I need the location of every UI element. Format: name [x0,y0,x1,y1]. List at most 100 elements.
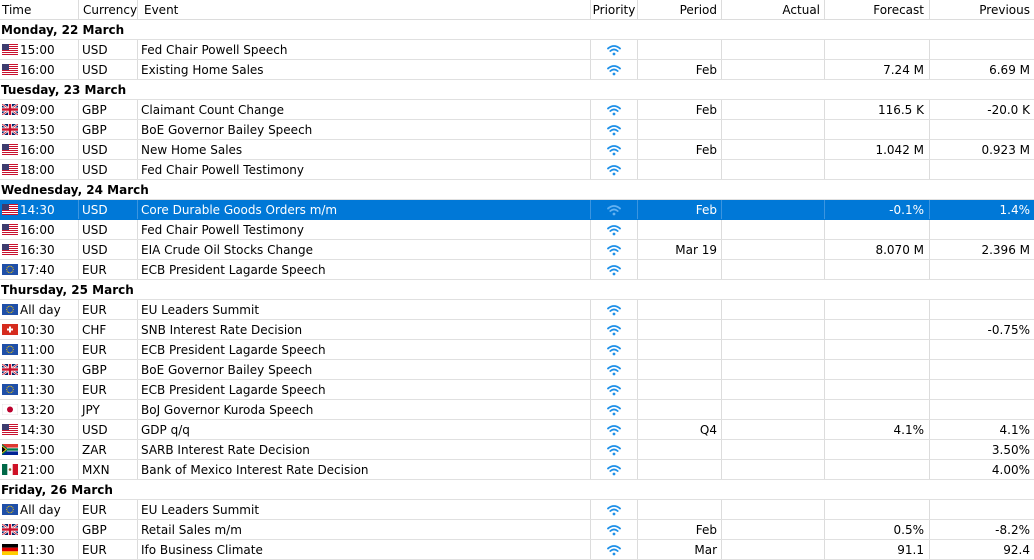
table-row[interactable]: All day EUR EU Leaders Summit [0,300,1034,320]
table-row[interactable]: 16:30 USD EIA Crude Oil Stocks Change Mar … [0,240,1034,260]
column-header-priority[interactable]: Priority [591,0,638,19]
previous-cell: -20.0 K [987,103,1030,117]
actual-cell [722,520,825,539]
time-cell: 13:20 [0,400,79,419]
table-row[interactable]: 15:00 ZAR SARB Interest Rate Decision 3.50… [0,440,1034,460]
time-cell: 14:30 [0,420,79,439]
actual-cell [722,440,825,459]
priority-signal-icon [607,463,621,477]
currency-cell: ZAR [79,440,138,459]
period-cell [638,400,722,419]
table-row[interactable]: 16:00 USD New Home Sales Feb 1.042 M 0.923 M [0,140,1034,160]
actual-cell [722,160,825,179]
actual-cell [722,500,825,519]
event-name-cell: Bank of Mexico Interest Rate Decision [138,460,591,479]
eu-flag-icon [2,304,18,315]
actual-cell [722,400,825,419]
time-cell: 11:30 [0,380,79,399]
table-row[interactable]: 17:40 EUR ECB President Lagarde Speech [0,260,1034,280]
time-text: 15:00 [20,43,55,57]
priority-cell [591,300,638,319]
period-cell: Feb [638,100,722,119]
table-row[interactable]: 09:00 GBP Claimant Count Change Feb 116.5 K… [0,100,1034,120]
table-row[interactable]: 14:30 USD GDP q/q Q4 4.1% 4.1% [0,420,1034,440]
previous-cell: 92.4 [1003,543,1030,557]
actual-cell [722,140,825,159]
table-row[interactable]: 10:30 CHF SNB Interest Rate Decision -0.75… [0,320,1034,340]
currency-cell: EUR [79,340,138,359]
event-name-cell: ECB President Lagarde Speech [138,260,591,279]
priority-cell [591,240,638,259]
table-row[interactable]: 13:20 JPY BoJ Governor Kuroda Speech [0,400,1034,420]
actual-cell [722,360,825,379]
forecast-cell [825,160,930,179]
priority-signal-icon [607,443,621,457]
time-text: 13:20 [20,403,55,417]
event-name-cell: EIA Crude Oil Stocks Change [138,240,591,259]
period-cell: Feb [638,140,722,159]
table-row[interactable]: 18:00 USD Fed Chair Powell Testimony [0,160,1034,180]
table-row[interactable]: 14:30 USD Core Durable Goods Orders m/m Fe… [0,200,1034,220]
mx-flag-icon [2,464,18,475]
column-header-actual[interactable]: Actual [722,0,825,19]
currency-cell: GBP [79,360,138,379]
period-cell [638,500,722,519]
table-row[interactable]: 11:30 EUR Ifo Business Climate Mar 91.1 92.4 [0,540,1034,560]
previous-cell [930,220,1034,239]
event-name-cell: BoJ Governor Kuroda Speech [138,400,591,419]
column-header-previous[interactable]: Previous [930,0,1034,19]
za-flag-icon [2,444,18,455]
period-cell: Q4 [638,420,722,439]
table-row[interactable]: 13:50 GBP BoE Governor Bailey Speech [0,120,1034,140]
time-text: 17:40 [20,263,55,277]
priority-cell [591,40,638,59]
table-row[interactable]: 16:00 USD Existing Home Sales Feb 7.24 M 6.6… [0,60,1034,80]
actual-cell [722,260,825,279]
priority-cell [591,380,638,399]
previous-cell [930,500,1034,519]
column-header-currency[interactable]: Currency [79,0,138,19]
currency-cell: EUR [79,300,138,319]
forecast-cell [825,360,930,379]
table-header: Time Currency Event Priority Period Actu… [0,0,1034,20]
time-text: 13:50 [20,123,55,137]
forecast-cell: 1.042 M [825,140,930,159]
period-cell [638,220,722,239]
column-header-forecast[interactable]: Forecast [825,0,930,19]
previous-cell: 6.69 M [989,63,1030,77]
day-group-header: Monday, 22 March [0,20,1034,40]
table-row[interactable]: 11:30 GBP BoE Governor Bailey Speech [0,360,1034,380]
priority-signal-icon [607,423,621,437]
table-row[interactable]: 15:00 USD Fed Chair Powell Speech [0,40,1034,60]
previous-cell [930,40,1034,59]
previous-cell [930,260,1034,279]
event-name-cell: Fed Chair Powell Testimony [138,160,591,179]
time-text: 16:00 [20,223,55,237]
table-row[interactable]: 09:00 GBP Retail Sales m/m Feb 0.5% -8.2% [0,520,1034,540]
column-header-period[interactable]: Period [638,0,722,19]
time-text: 10:30 [20,323,55,337]
forecast-cell: 116.5 K [825,100,930,119]
column-header-time[interactable]: Time [0,0,79,19]
table-row[interactable]: 11:00 EUR ECB President Lagarde Speech [0,340,1034,360]
previous-cell [930,340,1034,359]
time-text: All day [20,503,61,517]
forecast-cell: -0.1% [825,200,930,219]
time-text: 11:30 [20,543,55,557]
previous-cell [930,380,1034,399]
table-row[interactable]: All day EUR EU Leaders Summit [0,500,1034,520]
previous-cell [930,400,1034,419]
event-name-cell: Fed Chair Powell Testimony [138,220,591,239]
currency-cell: EUR [79,380,138,399]
currency-cell: EUR [79,540,138,559]
table-row[interactable]: 11:30 EUR ECB President Lagarde Speech [0,380,1034,400]
column-header-event[interactable]: Event [138,0,591,19]
table-row[interactable]: 21:00 MXN Bank of Mexico Interest Rate Dec… [0,460,1034,480]
period-cell: Mar [638,540,722,559]
table-row[interactable]: 16:00 USD Fed Chair Powell Testimony [0,220,1034,240]
forecast-cell: 7.24 M [825,60,930,79]
time-cell: 11:00 [0,340,79,359]
gb-flag-icon [2,524,18,535]
currency-cell: USD [79,200,138,219]
previous-cell: -8.2% [995,523,1030,537]
